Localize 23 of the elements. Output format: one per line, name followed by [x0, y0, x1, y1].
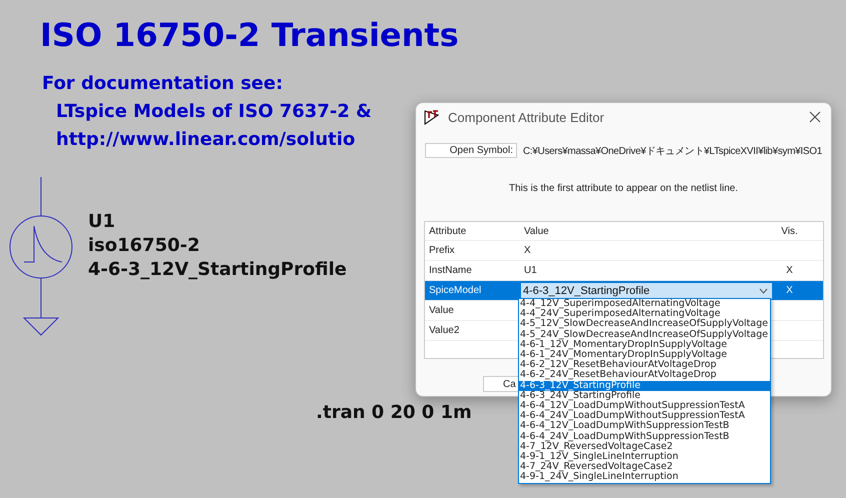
documentation-text: http://www.linear.com/solutio: [55, 128, 356, 152]
attribute-value: U1: [523, 265, 538, 276]
attribute-name: Value2: [428, 325, 460, 336]
spice-directive: .tran 0 20 0 1m: [316, 402, 472, 423]
documentation-text: LTspice Models of ISO 7637-2 &: [55, 100, 372, 124]
component-label: 4-6-3_12V_StartingProfile: [88, 258, 347, 282]
documentation-text: For documentation see:: [42, 72, 284, 96]
component-label: U1: [88, 210, 116, 234]
visibility-mark: X: [785, 285, 794, 296]
attribute-value: X: [523, 245, 532, 256]
component-label: iso16750-2: [88, 234, 201, 258]
column-header: Value: [523, 226, 550, 236]
attribute-name: SpiceModel: [428, 285, 482, 296]
window-title: Component Attribute Editor: [448, 110, 606, 124]
attribute-name: InstName: [428, 265, 473, 276]
column-header: Attribute: [428, 226, 468, 236]
visibility-mark: X: [785, 265, 794, 276]
attribute-name: Prefix: [428, 245, 456, 256]
schematic-title: ISO 16750-2 Transients: [40, 16, 459, 54]
symbol-path: C:¥Users¥massa¥OneDrive¥ドキュメント¥LTspiceXVII¥lib¥sym¥ISO1: [523, 144, 822, 158]
description-text: This is the first attribute to appear on the netlist line.: [508, 183, 739, 194]
attribute-name: Value: [428, 305, 455, 316]
column-header: Vis.: [780, 226, 799, 236]
